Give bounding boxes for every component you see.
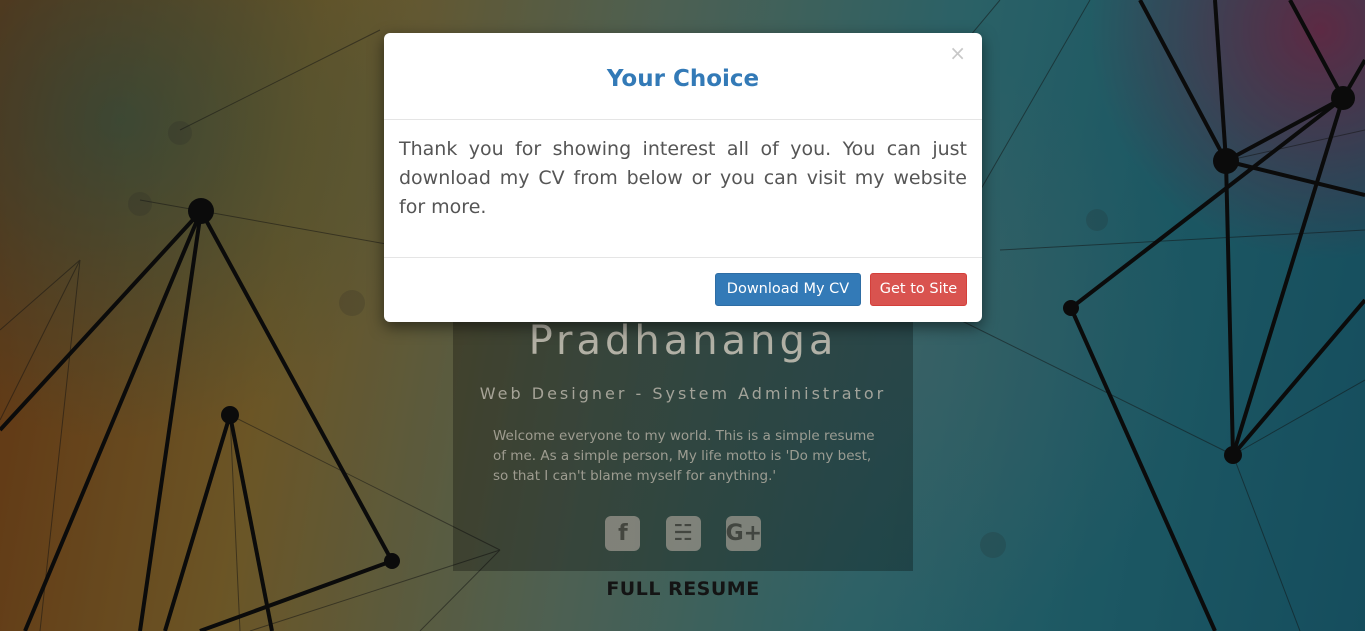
full-resume-link[interactable]: FULL RESUME [453,578,913,600]
modal-body-text: Thank you for showing interest all of yo… [399,138,967,218]
modal-title: Your Choice [606,66,760,92]
get-to-site-button[interactable]: Get to Site [870,273,967,306]
profile-card: Pradhananga Web Designer - System Admini… [453,290,913,571]
download-cv-button[interactable]: Download My CV [715,273,861,306]
profile-intro: Welcome everyone to my world. This is a … [493,428,875,484]
social-links: f ☵ G+ [453,516,913,551]
close-icon[interactable]: × [949,43,966,63]
twitter-icon[interactable]: ☵ [665,516,701,551]
facebook-icon[interactable]: f [605,516,641,551]
google-plus-icon[interactable]: G+ [725,516,762,551]
profile-name: Pradhananga [528,318,838,364]
modal-footer-divider [384,257,982,258]
modal-header-divider [384,119,982,120]
choice-modal: × Your Choice Thank you for showing inte… [384,33,982,322]
profile-role: Web Designer - System Administrator [479,384,887,403]
